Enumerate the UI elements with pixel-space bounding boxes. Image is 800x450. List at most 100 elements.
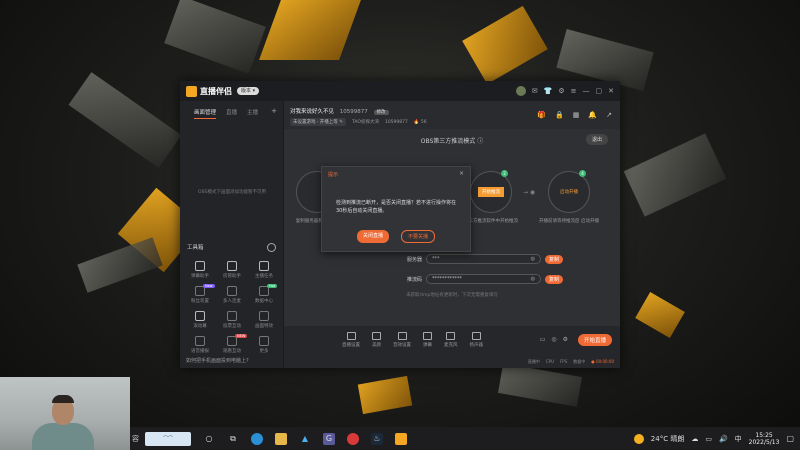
tool-item[interactable]: 主播任务 xyxy=(248,261,280,279)
copy-server-button[interactable]: 复制 xyxy=(545,254,564,264)
host-name: TAO侦探大湾 xyxy=(352,120,379,125)
host-id: 10599877 xyxy=(384,119,408,125)
clock[interactable]: 15:25 2022/5/13 xyxy=(749,432,780,446)
heat-count: 🔥 56 xyxy=(413,119,427,125)
bottom-tool[interactable]: 弹幕 xyxy=(423,332,432,348)
tool-item[interactable]: 弹幕助手 xyxy=(184,261,216,279)
bg-shard xyxy=(164,0,266,74)
edge-icon[interactable] xyxy=(251,432,263,445)
tool-item[interactable]: NEW 观看互动 xyxy=(216,334,248,354)
version-pill[interactable]: 版本 ▾ xyxy=(237,87,260,95)
clock-date: 2022/5/13 xyxy=(748,438,780,446)
user-avatar[interactable] xyxy=(515,86,526,96)
app-logo-icon xyxy=(186,85,197,97)
tool-badge: NEW xyxy=(235,334,248,338)
shirt-icon[interactable]: 👕 xyxy=(544,87,553,95)
bottom-tool[interactable]: 美颜 xyxy=(372,332,381,348)
eye-icon[interactable]: ◎ xyxy=(531,275,535,283)
task-view-icon[interactable]: ⧉ xyxy=(227,433,239,445)
tool-label: 更多 xyxy=(259,349,269,354)
status-item: CPU xyxy=(545,359,554,364)
tool-icon xyxy=(227,311,237,321)
bg-shard xyxy=(623,133,727,217)
steam-icon[interactable]: ♨ xyxy=(371,432,383,445)
maximize-icon[interactable]: ▢ xyxy=(596,87,603,95)
network-icon[interactable]: ▭ xyxy=(705,435,712,443)
share-icon[interactable]: ↗ xyxy=(606,111,612,119)
copy-key-button[interactable]: 复制 xyxy=(545,274,564,284)
tool-item[interactable]: 更多 xyxy=(248,336,280,354)
search-icon[interactable]: ○ xyxy=(203,433,215,445)
tool-item[interactable]: 语音播报 xyxy=(184,336,216,354)
bottom-tool[interactable]: 麦克风 xyxy=(444,332,458,348)
tool-badge: Hot xyxy=(267,284,278,288)
status-item: 数据中 xyxy=(573,359,586,364)
app-circle-icon[interactable] xyxy=(347,432,359,445)
dialog-title: 提示 xyxy=(328,172,339,178)
camera-icon[interactable]: ▭ xyxy=(540,336,546,343)
notification-icon[interactable]: ▢ xyxy=(786,434,794,443)
start-push-button[interactable]: 开始推流 xyxy=(478,187,504,197)
add-icon[interactable]: + xyxy=(271,107,277,115)
eye-icon[interactable]: ◎ xyxy=(531,255,535,263)
status-item: FPS xyxy=(560,359,568,364)
taskbar-left-text: 容 xyxy=(132,434,139,443)
app-g-icon[interactable]: G xyxy=(323,432,335,445)
minimize-icon[interactable]: — xyxy=(583,87,590,95)
mail-icon[interactable]: ✉ xyxy=(532,87,538,95)
settings-icon[interactable]: ⚙ xyxy=(558,87,564,95)
key-input[interactable]: ************ ◎ xyxy=(426,274,541,284)
live-companion-taskbar-icon[interactable] xyxy=(395,432,407,445)
taskbar: 容 ⌒⌒ ○ ⧉ ▲ G ♨ 24°C 晴朗 ☁ ▭ 🔊 中 15:25 202… xyxy=(130,427,800,450)
key-row: 推流码 ************ ◎ 复制 xyxy=(394,274,564,284)
server-input[interactable]: *** ◎ xyxy=(426,254,541,264)
weather-text[interactable]: 24°C 晴朗 xyxy=(651,434,685,444)
bell-icon[interactable]: 🔔 xyxy=(588,111,597,119)
sidebar-tab-scene[interactable]: 画面管理 xyxy=(194,108,217,119)
search-highlight[interactable]: ⌒⌒ xyxy=(145,431,191,446)
app-a-icon[interactable]: ▲ xyxy=(299,433,311,445)
keep-live-button[interactable]: 不要关播 xyxy=(401,230,436,243)
tool-label: 滚动幕 xyxy=(193,324,207,329)
bottom-tool-icon xyxy=(423,332,432,340)
grid-icon[interactable]: ▦ xyxy=(573,111,580,119)
category-tag[interactable]: 未设置游戏 · 开播上等 ✎ xyxy=(290,118,346,126)
ime-icon[interactable]: 中 xyxy=(735,434,742,444)
dialog-close-icon[interactable]: × xyxy=(459,170,464,177)
bottom-tool[interactable]: 音效设置 xyxy=(393,332,411,348)
menu-icon[interactable]: ≡ xyxy=(571,87,577,95)
cloud-icon[interactable]: ☁ xyxy=(691,435,698,443)
tool-label: 房管助手 xyxy=(223,274,241,279)
lock-icon[interactable]: 🔒 xyxy=(555,111,564,119)
explorer-icon[interactable] xyxy=(275,432,287,445)
bottom-tool[interactable]: 扬声器 xyxy=(470,332,483,348)
tool-item[interactable]: 投票互动 xyxy=(216,311,248,329)
tool-item[interactable]: 画面特效 xyxy=(248,311,280,329)
view-icon[interactable]: ◎ xyxy=(551,336,556,343)
start-live-button[interactable]: 开始直播 xyxy=(577,334,612,346)
tool-item[interactable]: 滚动幕 xyxy=(184,311,216,329)
volume-icon[interactable]: 🔊 xyxy=(719,435,728,443)
sidebar-tab-host[interactable]: 主播 xyxy=(247,108,258,119)
exit-button[interactable]: 退出 xyxy=(585,134,608,145)
tool-badge: New xyxy=(203,284,215,288)
settings-icon[interactable]: ⚙ xyxy=(563,336,568,343)
gift-icon[interactable]: 🎁 xyxy=(537,111,546,119)
tool-label: 多人连麦 xyxy=(223,299,241,304)
edit-room-button[interactable]: 修改 xyxy=(373,110,389,115)
tool-item[interactable]: New 粉丝装置 xyxy=(184,284,216,304)
phone-cast-link[interactable]: 如何把手机画面投到电脑上? xyxy=(186,357,249,364)
room-title: 对我来说好久不见 xyxy=(290,109,335,115)
bottom-tool[interactable]: 直播设置 xyxy=(342,332,360,348)
room-info: 对我来说好久不见 10599877 修改 未设置游戏 · 开播上等 ✎ TAO侦… xyxy=(284,101,620,129)
sidebar-tab-live[interactable]: 直播 xyxy=(226,108,237,119)
tool-item[interactable]: 房管助手 xyxy=(216,261,248,279)
bg-shard xyxy=(462,5,548,85)
tool-item[interactable]: Hot 数据中心 xyxy=(248,284,280,304)
close-icon[interactable]: ✕ xyxy=(608,87,614,95)
server-value: *** xyxy=(432,256,440,262)
bg-shard xyxy=(498,363,582,407)
tools-settings-icon[interactable] xyxy=(267,243,276,252)
close-live-button[interactable]: 关闭直播 xyxy=(356,230,389,243)
tool-item[interactable]: 多人连麦 xyxy=(216,286,248,304)
